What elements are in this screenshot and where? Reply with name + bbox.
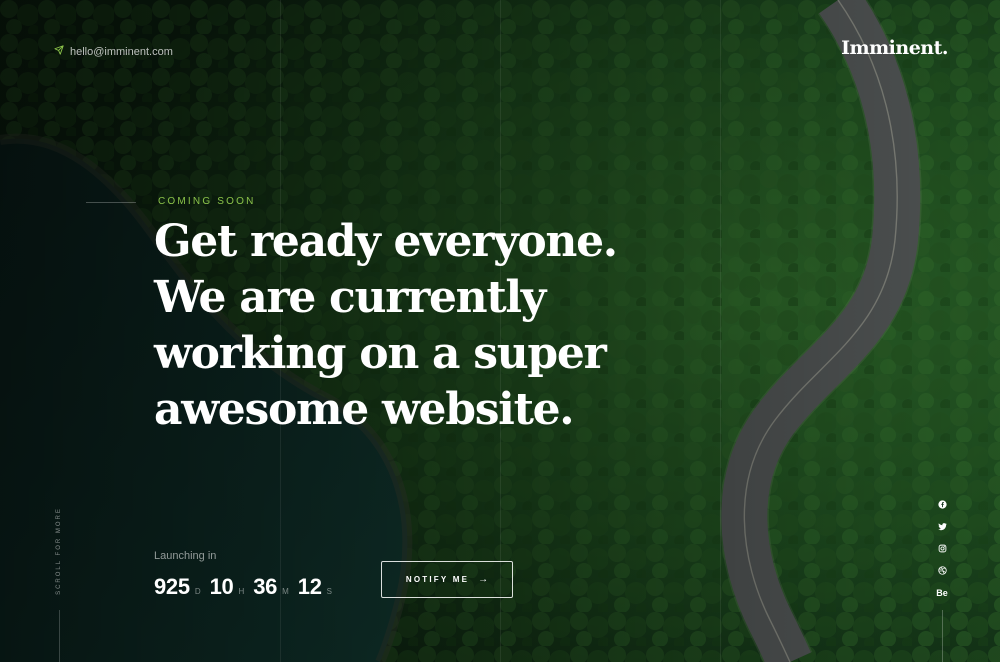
behance-icon[interactable]: Be xyxy=(934,586,950,599)
days-suffix: D xyxy=(194,587,201,596)
notify-me-button[interactable]: NOTIFY ME → xyxy=(381,561,513,598)
twitter-icon[interactable] xyxy=(934,520,950,533)
countdown-hours: 10 H xyxy=(210,574,245,600)
countdown-days: 925 D xyxy=(154,574,201,600)
logo[interactable]: Imminent. xyxy=(841,37,948,59)
headline-line: awesome website. xyxy=(154,384,575,435)
arrow-right-icon: → xyxy=(478,574,489,585)
minutes-value: 36 xyxy=(253,574,278,599)
headline-line: We are currently xyxy=(154,272,546,323)
email-link[interactable]: hello@imminent.com xyxy=(54,45,173,58)
grid-line xyxy=(720,0,721,662)
headline: Get ready everyone. We are currently wor… xyxy=(154,214,624,438)
dribbble-icon[interactable] xyxy=(934,564,950,577)
coming-soon-label: COMING SOON xyxy=(158,196,256,207)
days-value: 925 xyxy=(154,574,190,599)
seconds-suffix: S xyxy=(326,587,333,596)
launching-in-label: Launching in xyxy=(154,550,217,562)
instagram-icon[interactable] xyxy=(934,542,950,555)
paper-plane-icon xyxy=(54,45,64,58)
hours-value: 10 xyxy=(209,574,234,599)
social-divider-line xyxy=(942,610,943,662)
eyebrow-divider xyxy=(86,202,136,203)
notify-me-label: NOTIFY ME xyxy=(405,575,470,584)
countdown: 925 D 10 H 36 M 12 S xyxy=(154,574,341,600)
seconds-value: 12 xyxy=(297,574,322,599)
headline-line: working on a super xyxy=(154,328,607,379)
minutes-suffix: M xyxy=(282,587,289,596)
hours-suffix: H xyxy=(238,587,245,596)
facebook-icon[interactable] xyxy=(934,498,950,511)
headline-line: Get ready everyone. xyxy=(154,216,618,267)
scroll-line xyxy=(59,610,60,662)
scroll-for-more-label: SCROLL FOR MORE xyxy=(56,507,62,595)
countdown-seconds: 12 S xyxy=(298,574,332,600)
social-links: Be xyxy=(934,498,950,599)
email-text: hello@imminent.com xyxy=(70,45,173,58)
countdown-minutes: 36 M xyxy=(253,574,289,600)
